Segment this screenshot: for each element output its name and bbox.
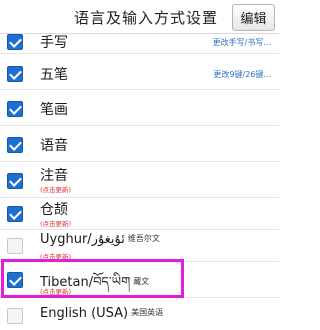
checkbox-handwriting[interactable] bbox=[7, 34, 23, 50]
list-item-label: 笔画 bbox=[40, 102, 68, 118]
checkbox-cangjie[interactable] bbox=[7, 206, 23, 222]
list-item-label-text: Uyghur/ئۇيغۇر bbox=[40, 232, 125, 247]
list-item-label-text: English (USA) bbox=[40, 306, 129, 321]
list-item-label: Uyghur/ئۇيغۇر 维吾尔文 bbox=[40, 232, 160, 247]
list-item-uyghur[interactable]: Uyghur/ئۇيغۇر 维吾尔文 (点击更新) bbox=[0, 230, 279, 262]
checkbox-wubi[interactable] bbox=[7, 66, 23, 82]
list-item-stroke[interactable]: 笔画 bbox=[0, 90, 279, 126]
list-item-label: 五笔 bbox=[40, 67, 68, 83]
checkbox-english-usa[interactable] bbox=[7, 308, 23, 324]
list-item-update-hint[interactable]: (点击更新) bbox=[40, 184, 71, 194]
top-bar: 语言及输入方式设置 编辑 bbox=[0, 0, 279, 34]
list-item-label: 仓颉 bbox=[40, 202, 68, 218]
list-item-label: 注音 bbox=[40, 168, 68, 184]
list-item-cangjie[interactable]: 仓颉 (点击更新) bbox=[0, 198, 279, 230]
checkbox-voice[interactable] bbox=[7, 137, 23, 153]
checkbox-uyghur[interactable] bbox=[7, 238, 23, 254]
list-item-label-cn: 维吾尔文 bbox=[127, 234, 160, 243]
page-title: 语言及输入方式设置 bbox=[73, 9, 218, 27]
list-item-note[interactable]: 更改手写/书写... bbox=[213, 37, 271, 48]
list-item-voice[interactable]: 语音 bbox=[0, 126, 279, 162]
list-item-update-hint[interactable]: (点击更新) bbox=[40, 218, 71, 228]
list-item-english-usa[interactable]: English (USA) 美国英语 bbox=[0, 298, 279, 330]
list-item-zhuyin[interactable]: 注音 (点击更新) bbox=[0, 162, 279, 198]
list-item-label: 语音 bbox=[40, 138, 68, 154]
edit-button[interactable]: 编辑 bbox=[232, 4, 275, 31]
selection-highlight-box bbox=[1, 259, 184, 298]
list-item-label: English (USA) 美国英语 bbox=[40, 306, 163, 321]
checkbox-stroke[interactable] bbox=[7, 101, 23, 117]
list-item-label: 手写 bbox=[40, 35, 68, 51]
list-item-wubi[interactable]: 五笔 更改9键/26键... bbox=[0, 54, 279, 90]
list-item-label-cn: 美国英语 bbox=[131, 308, 164, 317]
list-item-note[interactable]: 更改9键/26键... bbox=[213, 69, 271, 80]
checkbox-zhuyin[interactable] bbox=[7, 173, 23, 189]
